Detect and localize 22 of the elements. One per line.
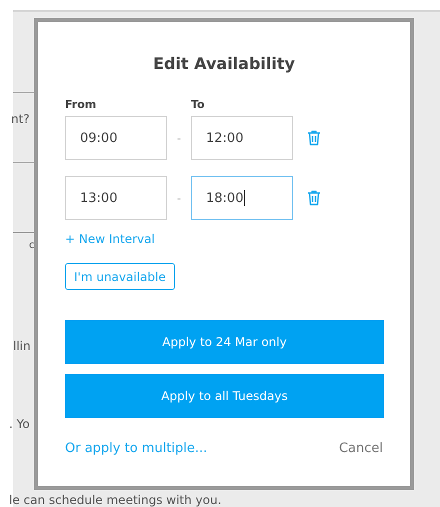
time-field[interactable]: 18:00 xyxy=(191,176,293,220)
apply-button[interactable]: Apply to 24 Mar only xyxy=(65,320,384,364)
apply-multiple-link[interactable]: Or apply to multiple... xyxy=(65,441,208,456)
apply-button[interactable]: Apply to all Tuesdays xyxy=(65,374,384,418)
background-text: nt? xyxy=(11,112,30,126)
new-interval-link[interactable]: + New Interval xyxy=(65,232,155,246)
dialog-title: Edit Availability xyxy=(152,54,296,75)
background-text: c xyxy=(29,240,34,251)
time-field[interactable]: 09:00 xyxy=(65,116,167,160)
trash-icon[interactable] xyxy=(307,130,321,146)
range-separator: - xyxy=(176,192,182,204)
to-label: To xyxy=(191,98,206,113)
range-separator: - xyxy=(176,132,182,144)
time-field[interactable]: 13:00 xyxy=(65,176,167,220)
unavailable-button[interactable]: I'm unavailable xyxy=(65,263,175,290)
background-text: llin xyxy=(13,339,31,353)
background-text: . Yo xyxy=(9,417,30,431)
time-field[interactable]: 12:00 xyxy=(191,116,293,160)
background-text: le can schedule meetings with you. xyxy=(9,493,222,507)
cancel-link[interactable]: Cancel xyxy=(338,441,383,456)
trash-icon[interactable] xyxy=(307,190,321,206)
from-label: From xyxy=(65,98,98,113)
